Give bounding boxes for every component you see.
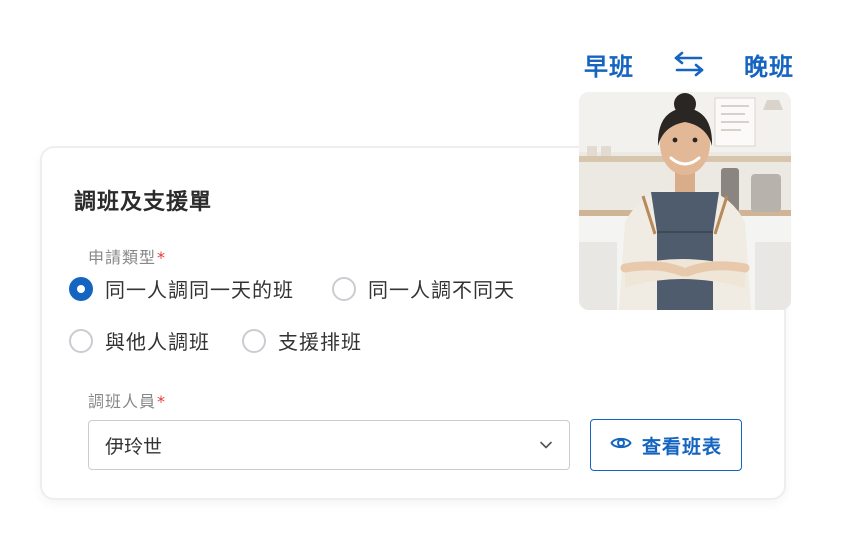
radio-checked-icon xyxy=(69,276,93,301)
radio-unchecked-icon xyxy=(69,328,93,353)
barista-photo xyxy=(579,92,791,310)
view-schedule-button[interactable]: 查看班表 xyxy=(590,419,742,471)
shift-from-label: 早班 xyxy=(584,52,634,81)
staff-label-text: 調班人員 xyxy=(88,392,157,411)
card-title: 調班及支援單 xyxy=(74,190,213,215)
required-mark: * xyxy=(157,248,167,267)
radio-label: 支援排班 xyxy=(278,330,362,354)
required-mark: * xyxy=(157,392,167,411)
radio-same-person-diff-day[interactable]: 同一人調不同天 xyxy=(332,274,515,303)
shift-to-label: 晚班 xyxy=(744,52,794,81)
chevron-down-icon xyxy=(539,438,553,452)
eye-icon xyxy=(610,434,632,456)
swap-arrows-icon[interactable] xyxy=(673,50,705,78)
radio-same-person-same-day[interactable]: 同一人調同一天的班 xyxy=(69,274,294,303)
radio-support-scheduling[interactable]: 支援排班 xyxy=(242,326,362,355)
radio-unchecked-icon xyxy=(332,276,356,301)
radio-swap-with-others[interactable]: 與他人調班 xyxy=(69,326,210,355)
staff-label: 調班人員* xyxy=(88,388,166,412)
stage: 早班 晚班 調班及支援單 申請類型* 同一人調同一天的班 同一人調不同天 與他人… xyxy=(0,0,848,544)
radio-label: 同一人調同一天的班 xyxy=(105,278,294,302)
request-type-label-text: 申請類型 xyxy=(88,248,157,267)
shift-switch: 早班 晚班 xyxy=(584,46,794,82)
request-type-label: 申請類型* xyxy=(88,244,166,268)
staff-select-value: 伊玲世 xyxy=(105,435,163,458)
radio-label: 同一人調不同天 xyxy=(368,278,515,302)
radio-unchecked-icon xyxy=(242,328,266,353)
staff-select[interactable]: 伊玲世 xyxy=(88,420,570,470)
radio-label: 與他人調班 xyxy=(105,330,210,354)
view-schedule-label: 查看班表 xyxy=(641,435,722,458)
